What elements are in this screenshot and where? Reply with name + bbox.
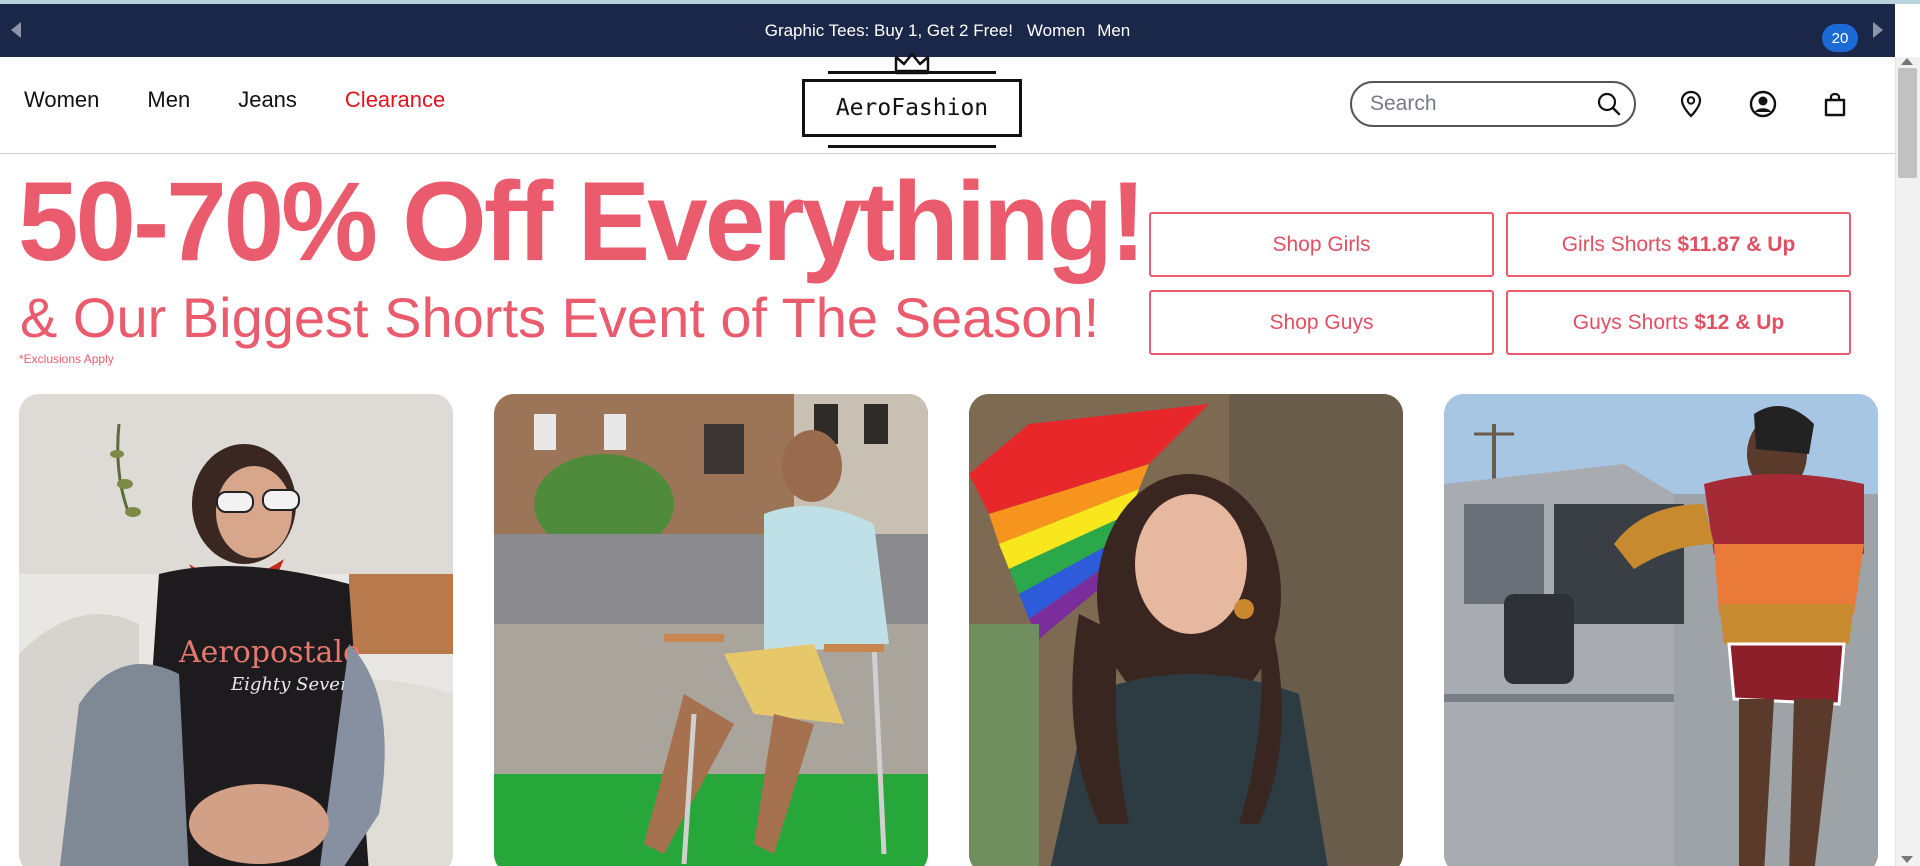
cta-price: $12 & Up [1694,310,1785,334]
search-icon[interactable] [1596,91,1622,117]
nav-item-men[interactable]: Men [147,87,190,113]
cta-label: Girls Shorts [1561,232,1672,256]
cta-label: Shop Girls [1272,232,1371,256]
tile-image-men [494,394,928,866]
hero-subtitle: & Our Biggest Shorts Event of The Season… [20,286,1100,349]
scroll-up-arrow-icon[interactable] [1901,58,1913,65]
promo-link-men[interactable]: Men [1097,21,1130,41]
hero-title: 50-70% Off Everything! [18,159,1146,284]
main-nav: Women Men Jeans Clearance [24,87,445,113]
page: Graphic Tees: Buy 1, Get 2 Free! Women M… [0,0,1920,866]
guys-shorts-button[interactable]: Guys Shorts $12 & Up [1506,290,1851,355]
logo-wordmark: AeroFashion [802,79,1022,137]
product-tile-men-graphic-tee[interactable] [494,394,928,866]
bag-count-badge: 20 [1822,24,1858,52]
product-tile-women-graphic-tee[interactable]: Aeropostale Eighty Seven [19,394,453,866]
scrollbar-thumb[interactable] [1898,68,1917,178]
exclusions-note[interactable]: *Exclusions Apply [19,352,114,366]
product-tile-colorblock-set[interactable] [1444,394,1878,866]
account-button[interactable] [1748,87,1778,121]
chevron-left-icon[interactable] [11,22,21,38]
page-scrollbar[interactable] [1895,57,1920,866]
cta-label: Guys Shorts [1572,310,1689,334]
tile1-shirt-text: Aeropostale [178,635,361,670]
logo-top-rule [828,71,996,74]
shop-girls-button[interactable]: Shop Girls [1149,212,1494,277]
shopping-bag-button[interactable] [1820,87,1850,121]
account-icon [1749,90,1777,118]
promo-text-link[interactable]: Graphic Tees: Buy 1, Get 2 Free! [765,21,1013,41]
search-input[interactable] [1370,92,1596,116]
shop-guys-button[interactable]: Shop Guys [1149,290,1494,355]
tile1-shirt-subtext: Eighty Seven [230,674,352,695]
nav-item-clearance[interactable]: Clearance [345,87,445,113]
shopping-bag-icon [1824,92,1846,117]
nav-item-women[interactable]: Women [24,87,99,113]
brand-logo[interactable]: AeroFashion [800,51,1024,153]
location-pin-icon [1680,90,1702,118]
search-box [1350,81,1636,127]
site-header: Women Men Jeans Clearance AeroFashion [0,52,1895,154]
logo-bottom-rule [828,145,996,148]
tile-image-women: Aeropostale Eighty Seven [19,394,453,866]
girls-shorts-button[interactable]: Girls Shorts $11.87 & Up [1506,212,1851,277]
cta-label: Shop Guys [1269,310,1374,334]
product-tile-pride-tee[interactable] [969,394,1403,866]
cta-price: $11.87 & Up [1677,232,1796,256]
tile-image-pride [969,394,1403,866]
tile-image-colorblock [1444,394,1878,866]
store-locator-button[interactable] [1676,87,1706,121]
scroll-down-arrow-icon[interactable] [1901,856,1913,863]
chevron-right-icon[interactable] [1873,22,1883,38]
promo-bar: Graphic Tees: Buy 1, Get 2 Free! Women M… [0,4,1895,57]
promo-link-women[interactable]: Women [1027,21,1085,41]
nav-item-jeans[interactable]: Jeans [238,87,297,113]
